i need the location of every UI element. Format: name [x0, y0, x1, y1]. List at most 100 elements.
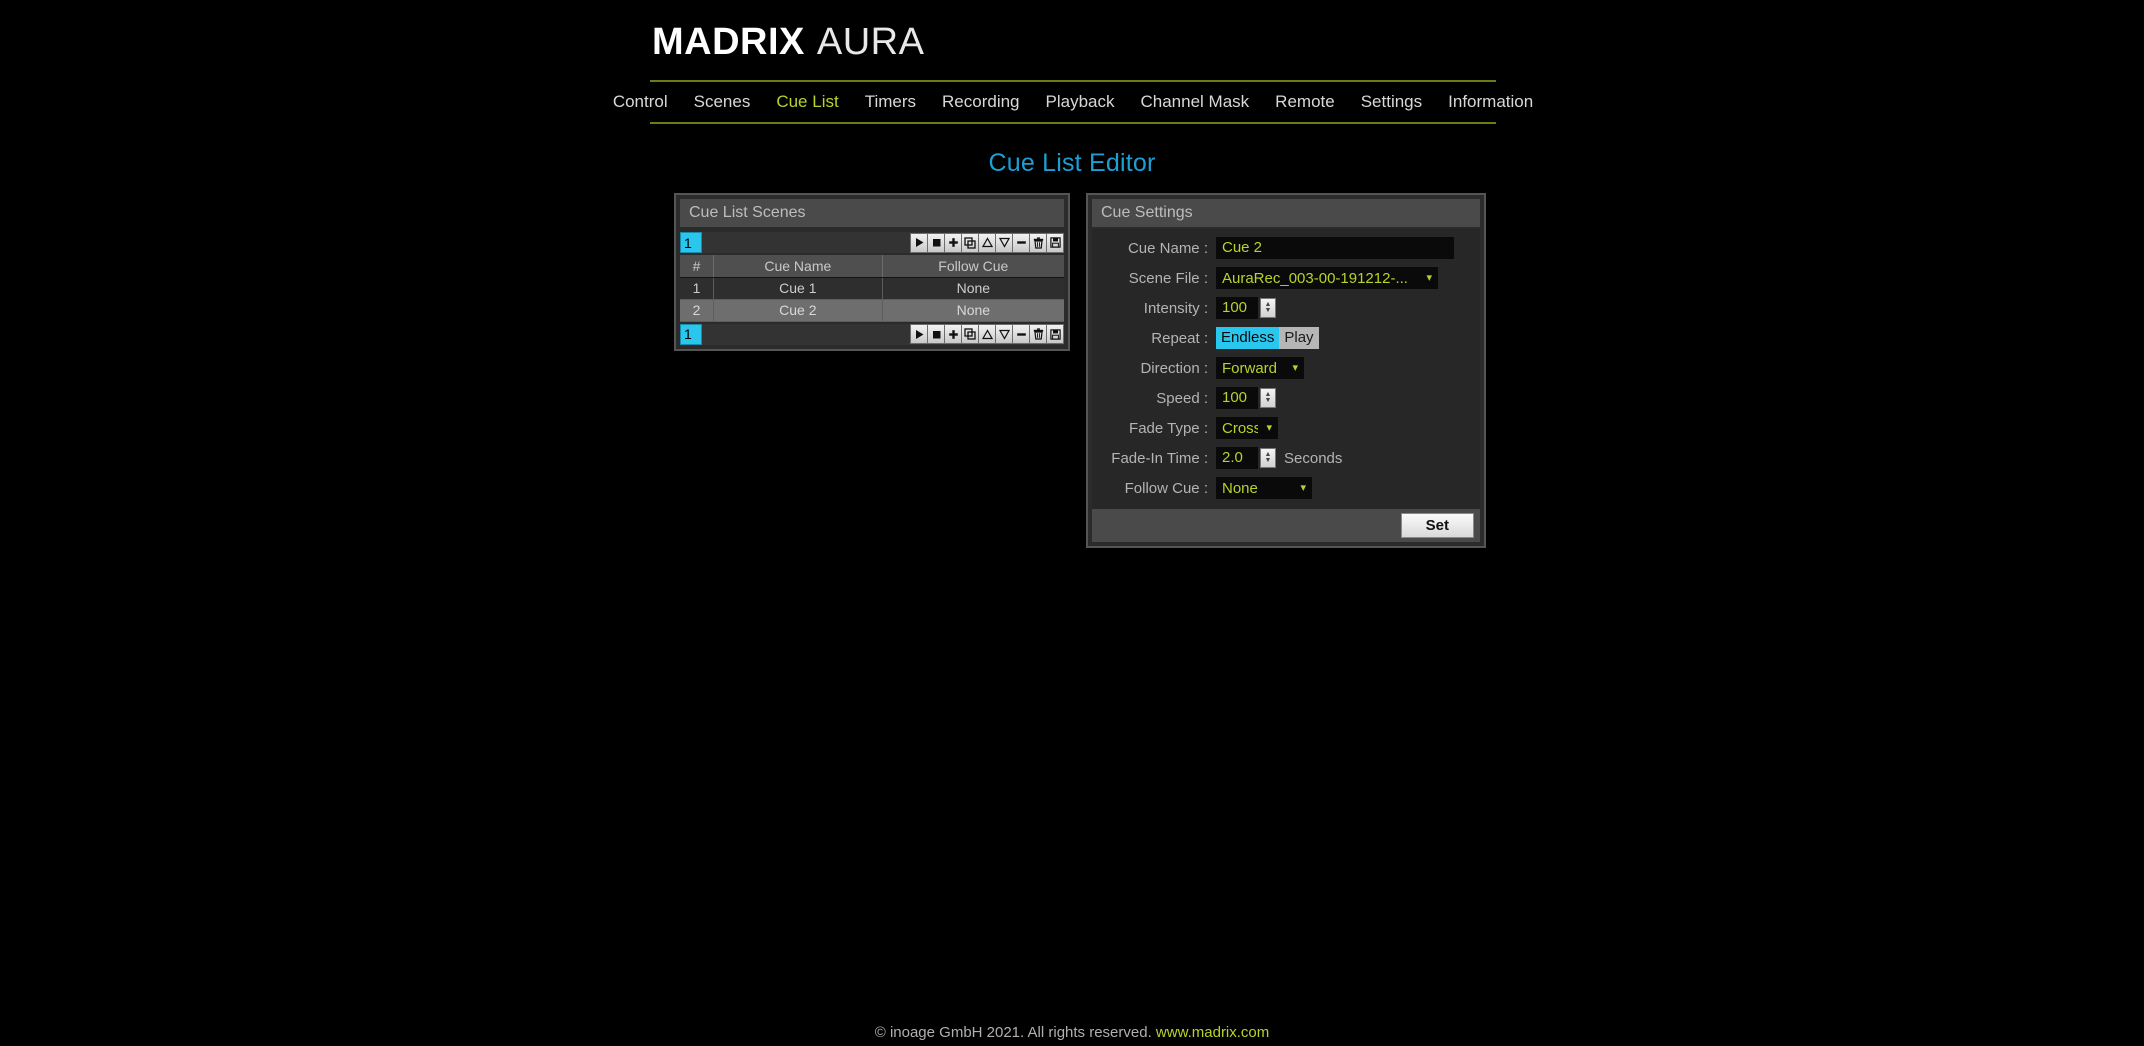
play-icon[interactable]: [910, 232, 928, 253]
move-down-icon[interactable]: [995, 324, 1013, 344]
nav-item-timers[interactable]: Timers: [865, 92, 916, 112]
scene-file-select[interactable]: AuraRec_003-00-191212-... ▾: [1216, 267, 1438, 289]
set-button[interactable]: Set: [1400, 513, 1474, 538]
save-icon[interactable]: [1046, 232, 1064, 253]
direction-select[interactable]: Forward ▾: [1216, 357, 1304, 379]
nav-item-settings[interactable]: Settings: [1361, 92, 1422, 112]
duplicate-icon[interactable]: [961, 324, 979, 344]
nav-item-information[interactable]: Information: [1448, 92, 1533, 112]
spinner-down-icon[interactable]: ▼: [1265, 307, 1272, 314]
logo-text: MADRIX AURA: [652, 21, 924, 64]
fade-in-time-spinner-buttons[interactable]: ▲ ▼: [1260, 448, 1276, 468]
chevron-down-icon: ▾: [1300, 481, 1306, 494]
cue-table: # Cue Name Follow Cue 1 Cue 1 None 2 Cue…: [680, 255, 1064, 322]
chevron-down-icon: ▾: [1266, 421, 1272, 434]
spinner-down-icon[interactable]: ▼: [1265, 457, 1272, 464]
cue-list-index-badge-bottom[interactable]: 1: [680, 323, 702, 345]
speed-label: Speed :: [1156, 389, 1208, 407]
cue-settings-body: Cue Name : Scene File : AuraRec_003-00-1…: [1092, 229, 1480, 509]
cue-list-scenes-body: 1 # Cue Name Follow Cue 1 Cue 1 None 2 C…: [676, 227, 1068, 349]
intensity-spinner-buttons[interactable]: ▲ ▼: [1260, 298, 1276, 318]
cell-cue-name: Cue 1: [713, 277, 883, 300]
cue-settings-panel: Cue Settings Cue Name : Scene File : Aur…: [1086, 193, 1486, 548]
move-down-icon[interactable]: [995, 232, 1013, 253]
cell-follow-cue: None: [882, 299, 1064, 322]
column-header-follow-cue: Follow Cue: [882, 255, 1064, 278]
stop-icon[interactable]: [927, 324, 945, 344]
fade-in-time-label: Fade-In Time :: [1111, 449, 1208, 467]
panels-container: Cue List Scenes 1 # Cue Name Follow Cue …: [674, 193, 1486, 548]
field-fade-in-time: Fade-In Time : 2.0 ▲ ▼ Seconds: [1092, 447, 1470, 469]
cue-name-input[interactable]: [1216, 237, 1454, 259]
table-row[interactable]: 1 Cue 1 None: [680, 277, 1064, 300]
remove-icon[interactable]: [1012, 324, 1030, 344]
scene-file-value: AuraRec_003-00-191212-...: [1222, 269, 1408, 287]
field-follow-cue: Follow Cue : None ▾: [1092, 477, 1470, 499]
spinner-down-icon[interactable]: ▼: [1265, 397, 1272, 404]
delete-icon[interactable]: [1029, 232, 1047, 253]
fade-in-time-unit: Seconds: [1284, 449, 1343, 467]
cue-table-body: 1 Cue 1 None 2 Cue 2 None: [680, 277, 1064, 322]
speed-spinner-buttons[interactable]: ▲ ▼: [1260, 388, 1276, 408]
direction-value: Forward: [1222, 359, 1278, 377]
cue-table-header-row: # Cue Name Follow Cue: [680, 255, 1064, 278]
cell-follow-cue: None: [882, 277, 1064, 300]
move-up-icon[interactable]: [978, 324, 996, 344]
speed-value[interactable]: 100: [1216, 387, 1258, 409]
speed-stepper[interactable]: 100 ▲ ▼: [1216, 387, 1276, 409]
nav-item-remote[interactable]: Remote: [1275, 92, 1335, 112]
field-speed: Speed : 100 ▲ ▼: [1092, 387, 1470, 409]
repeat-option-endless[interactable]: Endless: [1216, 327, 1280, 349]
nav-item-scenes[interactable]: Scenes: [694, 92, 751, 112]
table-row[interactable]: 2 Cue 2 None: [680, 299, 1064, 322]
nav-item-control[interactable]: Control: [613, 92, 668, 112]
nav-item-recording[interactable]: Recording: [942, 92, 1020, 112]
duplicate-icon[interactable]: [961, 232, 979, 253]
cue-list-scenes-panel: Cue List Scenes 1 # Cue Name Follow Cue …: [674, 193, 1070, 351]
logo-madrix: MADRIX: [652, 20, 805, 63]
follow-cue-select[interactable]: None ▾: [1216, 477, 1312, 499]
cue-list-index-badge-top[interactable]: 1: [680, 232, 702, 253]
cue-list-scenes-title: Cue List Scenes: [680, 199, 1064, 227]
copyright-text: © inoage GmbH 2021. All rights reserved.: [874, 1024, 1152, 1041]
intensity-value[interactable]: 100: [1216, 297, 1258, 319]
madrix-website-link[interactable]: www.madrix.com: [1156, 1024, 1269, 1041]
intensity-stepper[interactable]: 100 ▲ ▼: [1216, 297, 1276, 319]
stop-icon[interactable]: [927, 232, 945, 253]
chevron-down-icon: ▾: [1426, 271, 1432, 284]
column-header-cue-name: Cue Name: [713, 255, 883, 278]
brand-logo: MADRIX AURA: [652, 18, 1492, 66]
fade-type-label: Fade Type :: [1129, 419, 1208, 437]
fade-type-select[interactable]: Cross ▾: [1216, 417, 1278, 439]
cell-cue-name: Cue 2: [713, 299, 883, 322]
nav-item-playback[interactable]: Playback: [1046, 92, 1115, 112]
page-footer: © inoage GmbH 2021. All rights reserved.…: [0, 1024, 2144, 1041]
intensity-label: Intensity :: [1143, 299, 1208, 317]
repeat-toggle-group: Endless Play: [1216, 327, 1319, 349]
fade-in-time-stepper[interactable]: 2.0 ▲ ▼: [1216, 447, 1276, 469]
nav-item-cue-list[interactable]: Cue List: [776, 92, 838, 112]
save-icon[interactable]: [1046, 324, 1064, 344]
scenes-toolbar-top: 1: [680, 232, 1064, 253]
repeat-label: Repeat :: [1151, 329, 1208, 347]
field-cue-name: Cue Name :: [1092, 237, 1470, 259]
add-icon[interactable]: [944, 324, 962, 344]
fade-type-value: Cross: [1222, 419, 1259, 437]
field-fade-type: Fade Type : Cross ▾: [1092, 417, 1470, 439]
move-up-icon[interactable]: [978, 232, 996, 253]
remove-icon[interactable]: [1012, 232, 1030, 253]
direction-label: Direction :: [1140, 359, 1208, 377]
logo-aura: AURA: [816, 20, 925, 63]
follow-cue-value: None: [1222, 479, 1258, 497]
nav-item-channel-mask[interactable]: Channel Mask: [1141, 92, 1250, 112]
delete-icon[interactable]: [1029, 324, 1047, 344]
add-icon[interactable]: [944, 232, 962, 253]
column-header-number: #: [680, 255, 715, 278]
fade-in-time-value[interactable]: 2.0: [1216, 447, 1258, 469]
cue-table-head: # Cue Name Follow Cue: [680, 255, 1064, 278]
chevron-down-icon: ▾: [1292, 361, 1298, 374]
field-scene-file: Scene File : AuraRec_003-00-191212-... ▾: [1092, 267, 1470, 289]
play-icon[interactable]: [910, 324, 928, 344]
repeat-option-play[interactable]: Play: [1279, 327, 1319, 349]
cue-settings-title: Cue Settings: [1092, 199, 1480, 227]
